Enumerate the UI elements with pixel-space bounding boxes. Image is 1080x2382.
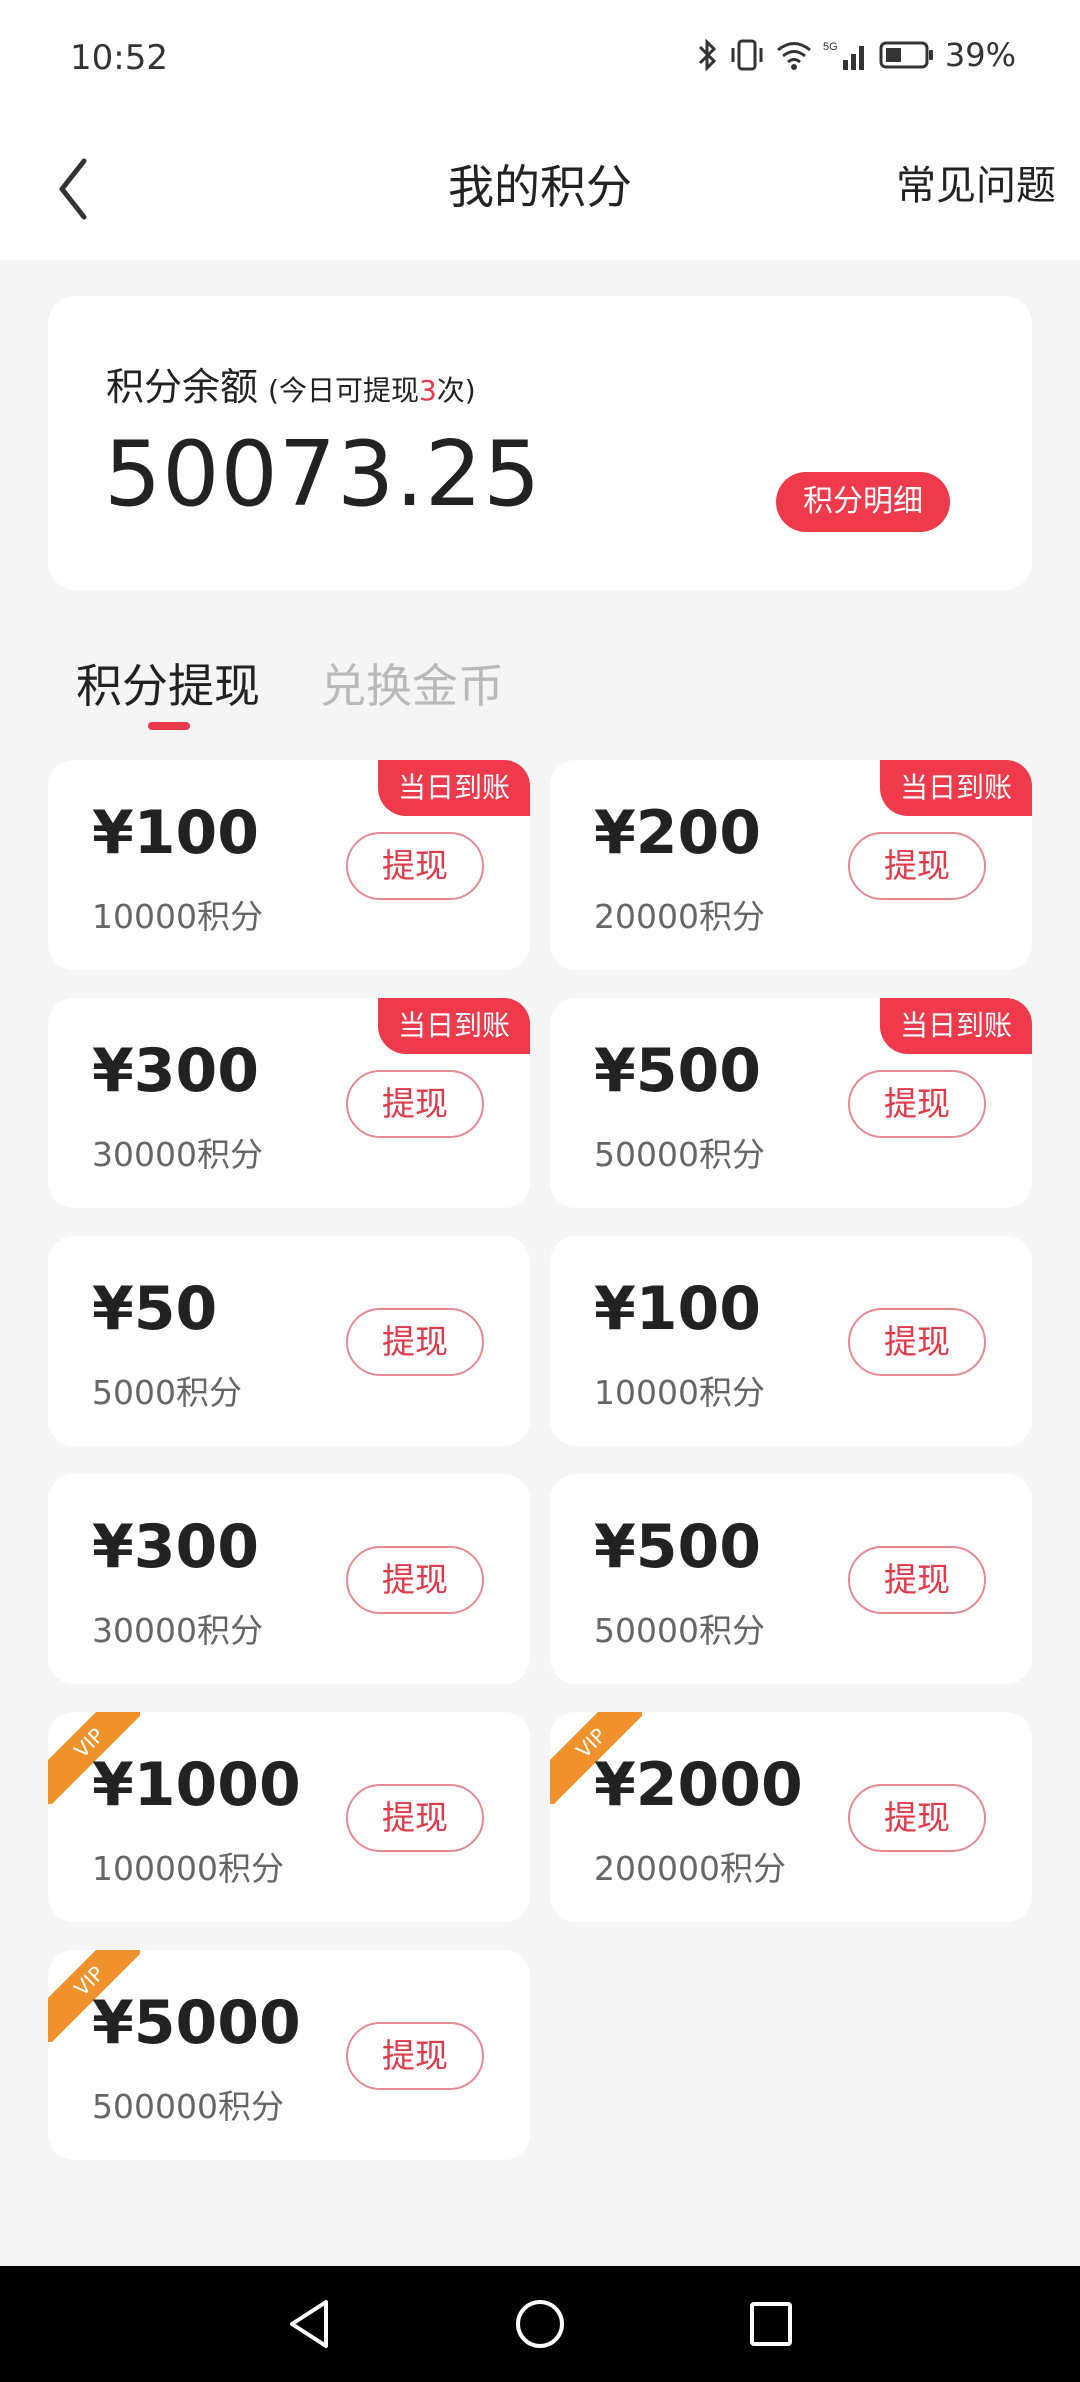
withdraw-card: 当日到账 ¥500 50000积分 提现	[550, 998, 1032, 1208]
points-detail-button[interactable]: 积分明细	[776, 472, 950, 532]
nav-recents-icon[interactable]	[746, 2296, 796, 2352]
card-points: 30000积分	[92, 1611, 263, 1650]
card-price: ¥1000	[92, 1750, 301, 1820]
card-price: ¥50	[92, 1274, 218, 1344]
withdraw-card: 当日到账 ¥100 10000积分 提现	[48, 760, 530, 970]
card-points: 50000积分	[594, 1135, 765, 1174]
withdraw-card-vip: VIP ¥1000 100000积分 提现	[48, 1712, 530, 1922]
note-count: 3	[418, 374, 437, 407]
withdraw-card: 当日到账 ¥300 30000积分 提现	[48, 998, 530, 1208]
withdraw-limit-note: (今日可提现3次)	[268, 374, 476, 407]
card-price: ¥300	[92, 1036, 259, 1106]
withdraw-card: 当日到账 ¥200 20000积分 提现	[550, 760, 1032, 970]
vibrate-icon	[731, 39, 763, 71]
card-points: 5000积分	[92, 1373, 242, 1412]
note-prefix: (今日可提现	[268, 374, 419, 407]
card-price: ¥100	[594, 1274, 761, 1344]
nav-home-icon[interactable]	[512, 2296, 568, 2352]
bluetooth-icon	[698, 38, 716, 72]
signal-icon: 5G	[823, 41, 864, 70]
withdraw-card: ¥300 30000积分 提现	[48, 1474, 530, 1684]
faq-link[interactable]: 常见问题	[896, 153, 1056, 211]
balance-card: 积分余额 (今日可提现3次) 50073.25 积分明细	[48, 296, 1032, 590]
same-day-badge: 当日到账	[880, 760, 1032, 816]
balance-label-text: 积分余额	[106, 365, 259, 409]
withdraw-card: ¥500 50000积分 提现	[550, 1474, 1032, 1684]
note-suffix: 次)	[436, 374, 476, 407]
card-points: 30000积分	[92, 1135, 263, 1174]
card-points: 10000积分	[594, 1373, 765, 1412]
card-price: ¥300	[92, 1512, 259, 1582]
tab-bar: 积分提现 兑换金币	[76, 650, 504, 716]
withdraw-button[interactable]: 提现	[346, 2022, 484, 2090]
card-points: 200000积分	[594, 1849, 786, 1888]
card-price: ¥5000	[92, 1988, 301, 2058]
battery-icon	[879, 41, 933, 69]
battery-percent: 39%	[944, 36, 1016, 74]
withdraw-button[interactable]: 提现	[346, 1784, 484, 1852]
withdraw-button[interactable]: 提现	[848, 1546, 986, 1614]
status-icons: 5G 39%	[697, 36, 1016, 74]
withdraw-card: ¥50 5000积分 提现	[48, 1236, 530, 1446]
card-price: ¥500	[594, 1512, 761, 1582]
withdraw-card: ¥100 10000积分 提现	[550, 1236, 1032, 1446]
card-points: 500000积分	[92, 2087, 284, 2126]
withdraw-button[interactable]: 提现	[346, 1070, 484, 1138]
same-day-badge: 当日到账	[378, 760, 530, 816]
withdraw-card-vip: VIP ¥5000 500000积分 提现	[48, 1950, 530, 2160]
withdraw-button[interactable]: 提现	[346, 1308, 484, 1376]
tab-withdraw[interactable]: 积分提现	[76, 650, 260, 716]
active-tab-indicator	[148, 722, 190, 730]
tab-exchange-coins[interactable]: 兑换金币	[320, 650, 504, 716]
balance-amount: 50073.25	[104, 422, 542, 527]
system-nav-bar	[0, 2266, 1080, 2382]
card-price: ¥100	[92, 798, 259, 868]
card-points: 100000积分	[92, 1849, 284, 1888]
same-day-badge: 当日到账	[880, 998, 1032, 1054]
card-points: 20000积分	[594, 897, 765, 936]
card-price: ¥2000	[594, 1750, 803, 1820]
same-day-badge: 当日到账	[378, 998, 530, 1054]
card-points: 50000积分	[594, 1611, 765, 1650]
svg-text:5G: 5G	[823, 41, 838, 53]
status-bar: 10:52 5G 39%	[0, 0, 1080, 125]
withdraw-button[interactable]: 提现	[346, 1546, 484, 1614]
nav-bar: 我的积分 常见问题	[0, 125, 1080, 260]
withdraw-button[interactable]: 提现	[346, 832, 484, 900]
withdraw-button[interactable]: 提现	[848, 1784, 986, 1852]
withdraw-button[interactable]: 提现	[848, 832, 986, 900]
status-time: 10:52	[70, 38, 168, 78]
card-price: ¥200	[594, 798, 761, 868]
nav-back-icon[interactable]	[284, 2296, 334, 2352]
balance-label: 积分余额 (今日可提现3次)	[106, 356, 476, 411]
withdraw-button[interactable]: 提现	[848, 1070, 986, 1138]
card-price: ¥500	[594, 1036, 761, 1106]
withdraw-button[interactable]: 提现	[848, 1308, 986, 1376]
wifi-icon	[776, 42, 811, 70]
withdraw-card-vip: VIP ¥2000 200000积分 提现	[550, 1712, 1032, 1922]
card-points: 10000积分	[92, 897, 263, 936]
